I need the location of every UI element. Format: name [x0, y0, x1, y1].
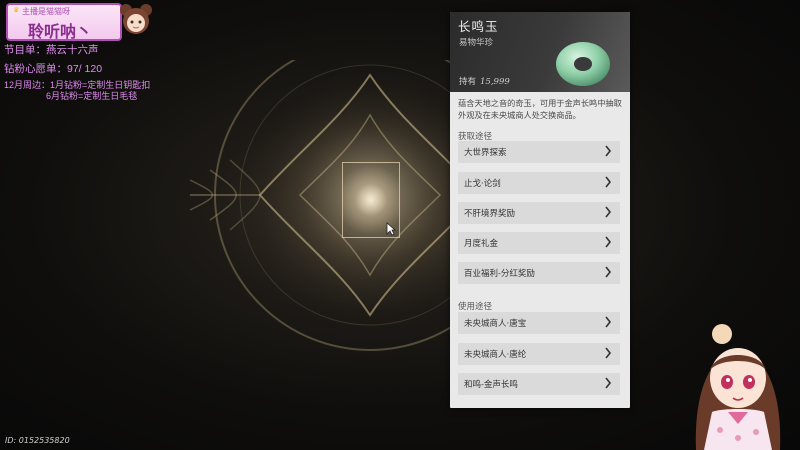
use-row[interactable]: 未央城商人·唐宝 — [458, 312, 620, 334]
wishlist-text: 钻粉心愿单：97/ 120 — [4, 63, 103, 75]
streamer-avatar-icon — [695, 324, 781, 450]
use-section-label: 使用途径 — [458, 302, 493, 312]
chevron-right-icon — [605, 377, 612, 389]
chevron-right-icon — [605, 266, 612, 278]
acquire-row[interactable]: 大世界探索 — [458, 141, 620, 163]
item-category: 易物华珍 — [459, 38, 494, 48]
row-label: 不肝境界奖励 — [464, 209, 516, 219]
use-row[interactable]: 和鸣-金声长鸣 — [458, 373, 620, 395]
item-title: 长鸣玉 — [458, 19, 499, 34]
mouse-cursor-icon — [386, 222, 396, 236]
row-label: 未央城商人·唐纶 — [464, 350, 527, 360]
chevron-right-icon — [605, 176, 612, 188]
row-label: 未央城商人·唐宝 — [464, 319, 527, 329]
streamer-tagline: 主播是猫猫呀 — [22, 7, 70, 16]
item-description: 蕴含天地之音的奇玉，可用于金声长鸣中抽取外观及在未央城商人处交换商品。 — [458, 98, 622, 120]
streamer-uid: ID: 0152535820 — [5, 436, 70, 445]
jade-item-icon — [556, 42, 610, 86]
chevron-right-icon — [605, 316, 612, 328]
mascot-avatar-icon — [120, 4, 152, 34]
row-label: 止戈·论剑 — [464, 179, 501, 189]
item-detail-panel: 长鸣玉 易物华珍 持有 15,999 蕴含天地之音的奇玉，可用于金声长鸣中抽取外观… — [450, 12, 630, 408]
streamer-name-banner: ♛ 主播是猫猫呀 聆听呐丶 — [6, 3, 122, 41]
program-list-text: 节目单：燕云十六声 — [4, 44, 99, 56]
acquire-row[interactable]: 百业福利-分红奖励 — [458, 262, 620, 284]
row-label: 百业福利-分红奖励 — [464, 269, 535, 279]
chevron-right-icon — [605, 206, 612, 218]
chevron-right-icon — [605, 145, 612, 157]
acquire-row[interactable]: 月度礼金 — [458, 232, 620, 254]
row-label: 和鸣-金声长鸣 — [464, 380, 518, 390]
streamer-name: 聆听呐丶 — [28, 24, 93, 41]
item-header: 长鸣玉 易物华珍 持有 15,999 — [450, 12, 630, 92]
row-label: 月度礼金 — [464, 239, 499, 249]
use-row[interactable]: 未央城商人·唐纶 — [458, 343, 620, 365]
acquire-row[interactable]: 止戈·论剑 — [458, 172, 620, 194]
chevron-right-icon — [605, 347, 612, 359]
crown-icon: ♛ — [13, 7, 20, 14]
chevron-right-icon — [605, 236, 612, 248]
item-owned-count: 持有 15,999 — [459, 77, 510, 87]
merch-line-2: 6月钻粉=定制生日毛毯 — [46, 91, 138, 101]
acquire-row[interactable]: 不肝境界奖励 — [458, 202, 620, 224]
row-label: 大世界探索 — [464, 148, 507, 158]
